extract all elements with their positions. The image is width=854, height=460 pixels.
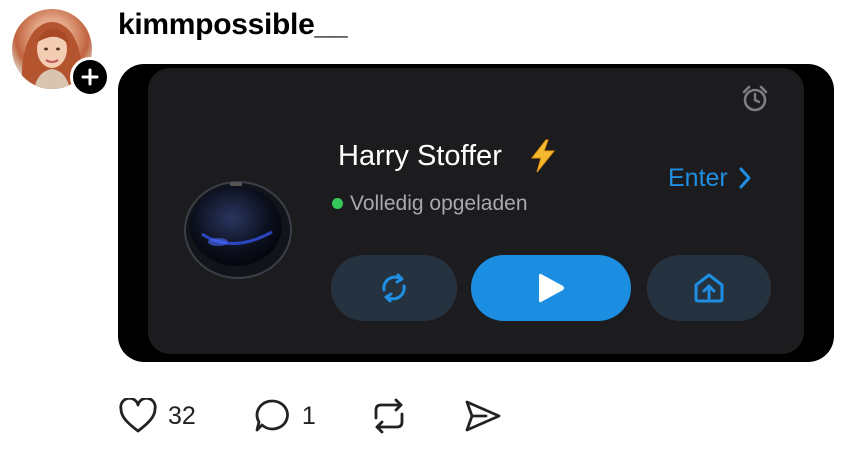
chevron-right-icon	[739, 167, 751, 189]
heart-icon	[119, 398, 157, 433]
plus-icon	[81, 68, 99, 86]
share-icon	[465, 400, 501, 432]
username[interactable]: kimmpossible__	[118, 8, 348, 42]
repost-icon	[374, 398, 404, 434]
share-button[interactable]	[462, 397, 504, 435]
home-upload-icon	[694, 273, 724, 303]
repost-button[interactable]	[368, 396, 410, 436]
enter-link[interactable]: Enter	[668, 160, 752, 196]
robot-vacuum-image	[184, 181, 292, 279]
start-button[interactable]	[471, 255, 631, 321]
follow-button[interactable]	[70, 57, 110, 97]
cycle-mode-button[interactable]	[331, 255, 457, 321]
refresh-arrows-icon	[382, 273, 406, 303]
device-card[interactable]: Harry Stoffer Volledig opgeladen Enter	[118, 64, 834, 362]
avatar[interactable]	[12, 9, 110, 97]
post-actions: 32 1	[118, 394, 504, 438]
alarm-clock-icon[interactable]	[740, 84, 770, 114]
status-indicator	[332, 198, 343, 209]
comment-button[interactable]: 1	[252, 397, 316, 435]
device-panel: Harry Stoffer Volledig opgeladen Enter	[148, 68, 804, 354]
return-home-button[interactable]	[647, 255, 771, 321]
comment-count: 1	[301, 401, 316, 430]
play-icon	[539, 273, 564, 303]
comment-icon	[255, 399, 289, 432]
lightning-icon	[530, 139, 556, 173]
like-button[interactable]: 32	[118, 398, 196, 434]
enter-label: Enter	[668, 163, 728, 192]
like-count: 32	[168, 401, 196, 430]
device-name: Harry Stoffer	[338, 140, 502, 172]
battery-status: Volledig opgeladen	[350, 192, 528, 215]
